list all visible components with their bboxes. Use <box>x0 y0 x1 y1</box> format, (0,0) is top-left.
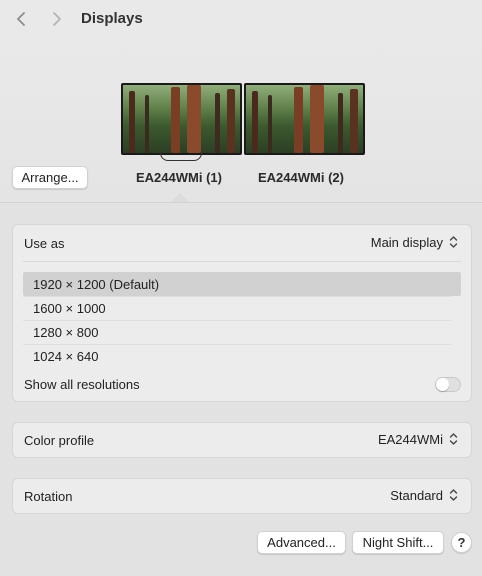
rotation-label: Rotation <box>24 489 73 504</box>
wallpaper-image <box>246 85 363 153</box>
forward-button[interactable] <box>48 9 66 29</box>
toolbar: Displays <box>0 0 482 40</box>
use-as-label: Use as <box>24 236 65 251</box>
use-as-popup[interactable]: Main display <box>371 234 459 250</box>
rotation-group: Rotation Standard <box>12 478 472 514</box>
help-button[interactable]: ? <box>451 532 472 553</box>
color-profile-group: Color profile EA244WMi <box>12 422 472 458</box>
monitor-stand <box>160 153 202 161</box>
resolution-label: 1920 × 1200 (Default) <box>33 276 160 292</box>
resolution-option[interactable]: 1024 × 640 <box>23 344 461 368</box>
display-mode-group: Use as Main display 1920 × 1200 (Default… <box>12 224 472 402</box>
toggle-knob <box>436 378 449 391</box>
resolution-option[interactable]: 1280 × 800 <box>23 320 461 344</box>
resolution-label: 1024 × 640 <box>33 348 99 364</box>
divider <box>23 261 461 262</box>
updown-chevron-icon <box>447 487 459 503</box>
chevron-left-icon <box>17 12 25 26</box>
resolution-option[interactable]: 1600 × 1000 <box>23 296 461 320</box>
updown-chevron-icon <box>447 431 459 447</box>
back-button[interactable] <box>12 9 30 29</box>
rotation-popup[interactable]: Standard <box>390 487 459 503</box>
monitor-thumbnail-1[interactable] <box>121 83 242 155</box>
settings-panel: Use as Main display 1920 × 1200 (Default… <box>0 202 482 576</box>
advanced-button[interactable]: Advanced... <box>257 531 346 554</box>
monitor-label-2[interactable]: EA244WMi (2) <box>258 170 344 185</box>
color-profile-label: Color profile <box>24 433 95 448</box>
rotation-value: Standard <box>390 487 443 503</box>
resolution-option[interactable]: 1920 × 1200 (Default) <box>23 272 461 296</box>
resolution-label: 1600 × 1000 <box>33 300 106 316</box>
monitor-thumbnail-2[interactable] <box>244 83 365 155</box>
show-all-resolutions-toggle[interactable] <box>435 377 461 392</box>
color-profile-popup[interactable]: EA244WMi <box>378 431 459 447</box>
use-as-value: Main display <box>370 234 443 250</box>
display-arrangement: EA244WMi (1) EA244WMi (2) Arrange... <box>0 40 482 203</box>
chevron-right-icon <box>53 12 61 26</box>
updown-chevron-icon <box>447 234 459 250</box>
resolution-label: 1280 × 800 <box>33 324 99 340</box>
night-shift-button[interactable]: Night Shift... <box>352 531 444 554</box>
wallpaper-image <box>123 85 240 153</box>
monitor-label-1[interactable]: EA244WMi (1) <box>136 170 222 185</box>
arrange-button[interactable]: Arrange... <box>12 166 88 189</box>
color-profile-value: EA244WMi <box>377 431 443 447</box>
show-all-resolutions-label: Show all resolutions <box>24 377 140 392</box>
page-title: Displays <box>81 10 143 27</box>
